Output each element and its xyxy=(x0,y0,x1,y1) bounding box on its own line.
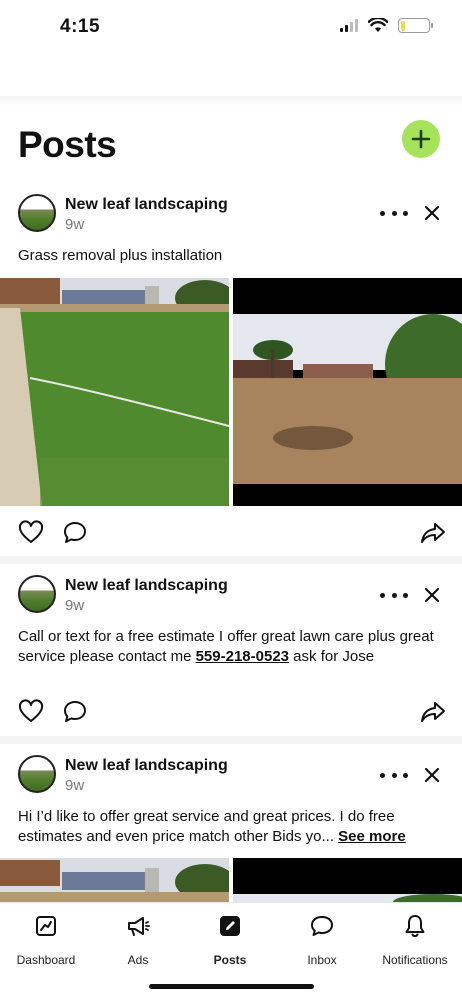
post-text: Call or text for a free estimate I offer… xyxy=(18,627,448,667)
status-time: 4:15 xyxy=(60,16,101,37)
comment-icon[interactable] xyxy=(62,520,88,546)
more-options-button[interactable] xyxy=(380,585,408,605)
post-card: New leaf landscaping 9w Grass removal pl… xyxy=(0,180,462,560)
more-options-button[interactable] xyxy=(380,765,408,785)
status-icons xyxy=(340,18,433,33)
edit-icon xyxy=(220,916,240,936)
close-icon[interactable] xyxy=(423,586,441,604)
comment-icon[interactable] xyxy=(62,699,88,725)
more-options-button[interactable] xyxy=(380,203,408,223)
wifi-icon xyxy=(368,18,388,32)
avatar[interactable] xyxy=(18,755,56,793)
avatar[interactable] xyxy=(18,194,56,232)
share-icon[interactable] xyxy=(420,699,446,725)
like-heart-icon[interactable] xyxy=(18,520,44,546)
post-photo[interactable] xyxy=(0,278,229,506)
nav-notifications[interactable]: Notifications xyxy=(368,913,462,967)
post-text-tail: ask for Jose xyxy=(289,648,375,665)
post-author[interactable]: New leaf landscaping xyxy=(65,577,228,595)
nav-label: Ads xyxy=(127,953,149,967)
post-author[interactable]: New leaf landscaping xyxy=(65,757,228,775)
like-heart-icon[interactable] xyxy=(18,699,44,725)
page-title: Posts xyxy=(18,124,117,165)
avatar[interactable] xyxy=(18,575,56,613)
signal-icon xyxy=(340,19,358,32)
add-post-button[interactable] xyxy=(402,120,440,158)
chart-icon xyxy=(36,916,56,936)
close-icon[interactable] xyxy=(423,204,441,222)
nav-label: Dashboard xyxy=(16,953,76,967)
megaphone-icon xyxy=(128,917,150,936)
post-separator xyxy=(0,556,462,564)
post-age: 9w xyxy=(65,216,85,233)
post-card: New leaf landscaping 9w Hi I’d like to o… xyxy=(0,744,462,902)
close-icon[interactable] xyxy=(423,766,441,784)
share-icon[interactable] xyxy=(420,520,446,546)
post-card: New leaf landscaping 9w Call or text for… xyxy=(0,564,462,734)
nav-dashboard[interactable]: Dashboard xyxy=(0,913,92,967)
plus-icon xyxy=(411,129,431,149)
home-indicator xyxy=(149,984,314,989)
nav-ads[interactable]: Ads xyxy=(92,913,184,967)
see-more-link[interactable]: See more xyxy=(338,828,406,845)
post-photo[interactable] xyxy=(0,858,229,902)
nav-label: Inbox xyxy=(307,953,337,967)
post-text: Grass removal plus installation xyxy=(18,247,223,264)
battery-icon xyxy=(398,18,433,33)
nav-label: Posts xyxy=(213,953,247,967)
status-bar: 4:15 xyxy=(0,0,462,56)
post-photo[interactable] xyxy=(233,278,462,506)
post-text: Hi I’d like to offer great service and g… xyxy=(18,807,448,847)
phone-link[interactable]: 559-218-0523 xyxy=(196,648,289,665)
post-separator xyxy=(0,736,462,744)
post-age: 9w xyxy=(65,777,85,794)
nav-label: Notifications xyxy=(382,953,448,967)
nav-inbox[interactable]: Inbox xyxy=(276,913,368,967)
post-author[interactable]: New leaf landscaping xyxy=(65,196,228,214)
post-age: 9w xyxy=(65,597,85,614)
header-divider xyxy=(0,96,462,106)
chat-icon xyxy=(311,916,333,936)
nav-posts[interactable]: Posts xyxy=(184,913,276,967)
bell-icon xyxy=(405,915,425,937)
post-photo[interactable] xyxy=(233,858,462,902)
